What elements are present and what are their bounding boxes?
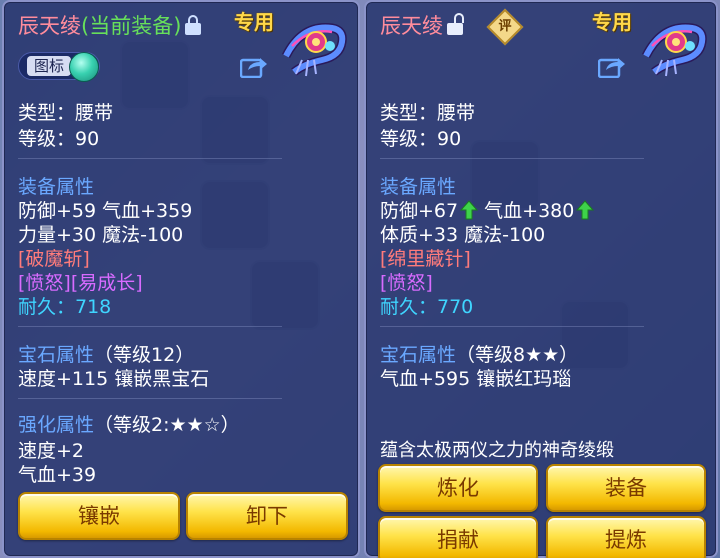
item-type: 类型：腰带 <box>380 102 476 124</box>
equip-button[interactable]: 装备 <box>546 464 706 512</box>
item-type: 类型：腰带 <box>18 102 114 124</box>
divider <box>18 326 282 327</box>
belt-item-icon <box>642 23 707 77</box>
item-description: 蕴含太极两仪之力的神奇绫缎 <box>380 440 614 461</box>
enhance-title: 强化属性 <box>18 414 95 436</box>
durability: 耐久：770 <box>380 296 474 318</box>
gem-section-header: 宝石属性（等级12） <box>18 340 194 367</box>
durability: 耐久：718 <box>18 296 112 318</box>
gem-attribute: 气血+595 镶嵌红玛瑙 <box>380 368 572 390</box>
refine-button[interactable]: 炼化 <box>378 464 538 512</box>
equipped-item-panel: 辰天绫 (当前装备) 专用 图标 类型：腰带 等级：90 装备属性 防御+59 … <box>2 0 360 558</box>
gem-section-header: 宝石属性（等级8★★） <box>380 340 578 367</box>
attribute-line: 体质+33 魔法-100 <box>380 224 546 246</box>
divider <box>380 158 644 159</box>
divider <box>380 326 644 327</box>
item-level: 等级：90 <box>18 128 100 150</box>
up-arrow-icon <box>576 200 595 220</box>
unlock-icon[interactable] <box>447 13 464 35</box>
special-effects: [愤怒] <box>380 272 433 294</box>
donate-button[interactable]: 捐献 <box>378 516 538 558</box>
special-skill: [绵里藏针] <box>380 248 471 270</box>
defense-value: 防御+67 <box>380 200 459 222</box>
hp-value: 气血+380 <box>484 200 575 222</box>
lock-icon[interactable] <box>185 15 202 35</box>
gem-attribute: 速度+115 镶嵌黑宝石 <box>18 368 210 390</box>
attribute-line: 防御+59 气血+359 <box>18 200 193 222</box>
inlay-button[interactable]: 镶嵌 <box>18 492 180 540</box>
enhance-section-header: 强化属性（等级2:★★☆） <box>18 410 240 437</box>
gem-title: 宝石属性 <box>380 344 457 366</box>
toggle-knob <box>69 52 99 82</box>
belt-item-icon <box>282 23 347 77</box>
attributes-title: 装备属性 <box>18 176 95 198</box>
divider <box>18 398 282 399</box>
share-icon[interactable] <box>240 54 268 78</box>
gem-title: 宝石属性 <box>18 344 95 366</box>
icon-toggle-label: 图标 <box>27 56 71 76</box>
enhance-level: （等级2:★★☆） <box>94 414 240 436</box>
exclusive-tag: 专用 <box>234 10 274 34</box>
attribute-line: 力量+30 魔法-100 <box>18 224 184 246</box>
gem-level: （等级12） <box>94 344 195 366</box>
divider <box>18 158 282 159</box>
up-arrow-icon <box>460 200 479 220</box>
attributes-title: 装备属性 <box>380 176 457 198</box>
rating-badge-icon[interactable]: 评 <box>486 8 524 46</box>
icon-toggle[interactable]: 图标 <box>18 52 100 82</box>
extract-button[interactable]: 提炼 <box>546 516 706 558</box>
equipped-tag: (当前装备) <box>81 14 182 38</box>
item-name: 辰天绫 <box>18 14 81 38</box>
item-level: 等级：90 <box>380 128 462 150</box>
item-title-row: 辰天绫 (当前装备) <box>18 10 202 40</box>
attribute-line: 防御+67 气血+380 <box>380 196 595 223</box>
gem-level: （等级8★★） <box>456 344 579 366</box>
exclusive-tag: 专用 <box>592 10 632 34</box>
special-skill: [破魔斩] <box>18 248 90 270</box>
enhance-attribute: 气血+39 <box>18 464 97 486</box>
special-effects: [愤怒][易成长] <box>18 272 143 294</box>
enhance-attribute: 速度+2 <box>18 440 85 462</box>
item-title-row: 辰天绫 <box>380 10 464 40</box>
share-icon[interactable] <box>598 54 626 78</box>
item-name: 辰天绫 <box>380 14 443 38</box>
compare-item-panel: 辰天绫 评 专用 类型：腰带 等级：90 装备属性 防御+67 气血+380 体… <box>364 0 718 558</box>
unequip-button[interactable]: 卸下 <box>186 492 348 540</box>
rating-badge-label: 评 <box>498 19 512 34</box>
